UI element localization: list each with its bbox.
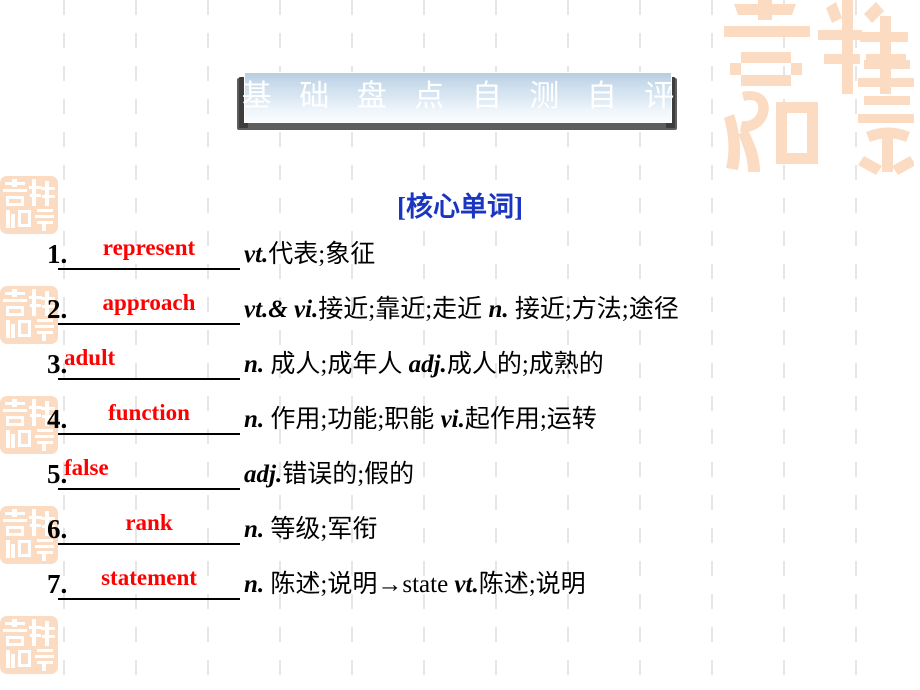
vocab-underline	[58, 543, 240, 545]
definition-secondary: 起作用;运转	[464, 406, 597, 433]
vocab-number: 6.	[47, 514, 68, 544]
vocab-number: 3.	[47, 349, 68, 379]
definition-primary: 等级;军衔	[264, 516, 378, 543]
vocab-answer-word: adult	[64, 345, 116, 370]
definition-primary: 成人;成年人	[264, 351, 403, 378]
part-of-speech-primary: n.	[244, 571, 265, 598]
vocab-definition: adj.错误的;假的	[244, 452, 414, 498]
vocab-row: 6. rank n. 等级;军衔	[0, 507, 920, 562]
vocab-underline	[58, 598, 240, 600]
vocab-underline	[58, 323, 240, 325]
vocab-number: 1.	[47, 239, 68, 269]
vocab-number: 4.	[47, 404, 68, 434]
vocab-row: 2. approach vt.& vi.接近;靠近;走近 n. 接近;方法;途径	[0, 287, 920, 342]
vocab-number: 5.	[47, 459, 68, 489]
vocab-answer-word: false	[64, 455, 109, 480]
vocab-row: 7. statement n. 陈述;说明→state vt.陈述;说明	[0, 562, 920, 617]
vocab-answer-blank[interactable]: rank	[58, 507, 240, 551]
vocab-underline	[58, 488, 240, 490]
definition-primary: 代表;象征	[268, 241, 376, 268]
banner-plate: 基 础 盘 点 自 测 自 评	[242, 72, 674, 123]
vocab-row: 3. adult n. 成人;成年人 adj.成人的;成熟的	[0, 342, 920, 397]
part-of-speech-primary: adj.	[244, 461, 283, 488]
part-of-speech-primary: vt.& vi.	[244, 296, 319, 323]
part-of-speech-primary: n.	[244, 516, 265, 543]
vocab-answer-blank[interactable]: approach	[58, 287, 240, 331]
part-of-speech-primary: n.	[244, 406, 265, 433]
vocab-row: 1. represent vt.代表;象征	[0, 232, 920, 287]
vocab-row: 5. false adj.错误的;假的	[0, 452, 920, 507]
part-of-speech-primary: n.	[244, 351, 265, 378]
vocab-answer-blank[interactable]: statement	[58, 562, 240, 606]
slide-title: 基 础 盘 点 自 测 自 评	[241, 79, 685, 113]
vocab-answer-word: statement	[101, 565, 197, 590]
section-heading: [核心单词]	[397, 192, 523, 222]
vocab-answer-word: represent	[102, 235, 196, 260]
vocab-answer-blank[interactable]: false	[58, 452, 240, 496]
vocab-underline	[58, 378, 240, 380]
definition-primary: 作用;功能;职能	[264, 406, 435, 433]
vocab-definition: n. 等级;军衔	[244, 507, 377, 553]
vocab-underline	[58, 268, 240, 270]
part-of-speech-primary: vt.	[244, 241, 269, 268]
definition-primary: 陈述;说明→state	[264, 571, 455, 598]
definition-secondary: 成人的;成熟的	[446, 351, 604, 378]
vocab-number: 2.	[47, 294, 68, 324]
vocabulary-list: 1. represent vt.代表;象征 2. approach vt.& vi.接近;…	[0, 232, 920, 617]
vocab-answer-word: rank	[125, 510, 173, 535]
definition-secondary: 陈述;说明	[478, 571, 586, 598]
vocab-definition: n. 陈述;说明→state vt.陈述;说明	[244, 562, 586, 608]
part-of-speech-secondary: vt.	[454, 571, 479, 598]
seal-stamp-large-icon	[724, 0, 914, 175]
title-banner: 基 础 盘 点 自 测 自 评	[237, 72, 683, 130]
part-of-speech-secondary: adj.	[408, 351, 447, 378]
definition-primary: 错误的;假的	[282, 461, 415, 488]
vocab-answer-blank[interactable]: represent	[58, 232, 240, 276]
vocab-definition: n. 作用;功能;职能 vi.起作用;运转	[244, 397, 597, 443]
part-of-speech-secondary: n.	[488, 296, 509, 323]
vocab-answer-word: function	[108, 400, 190, 425]
seal-stamp-small-icon	[0, 616, 58, 674]
definition-primary: 接近;靠近;走近	[318, 296, 483, 323]
vocab-answer-word: approach	[102, 290, 196, 315]
vocab-underline	[58, 433, 240, 435]
definition-secondary: 接近;方法;途径	[508, 296, 679, 323]
vocab-definition: n. 成人;成年人 adj.成人的;成熟的	[244, 342, 604, 388]
vocab-answer-blank[interactable]: adult	[58, 342, 240, 386]
vocab-number: 7.	[47, 569, 68, 599]
vocab-definition: vt.代表;象征	[244, 232, 375, 278]
vocab-answer-blank[interactable]: function	[58, 397, 240, 441]
vocab-row: 4. function n. 作用;功能;职能 vi.起作用;运转	[0, 397, 920, 452]
vocab-definition: vt.& vi.接近;靠近;走近 n. 接近;方法;途径	[244, 287, 679, 333]
part-of-speech-secondary: vi.	[440, 406, 465, 433]
